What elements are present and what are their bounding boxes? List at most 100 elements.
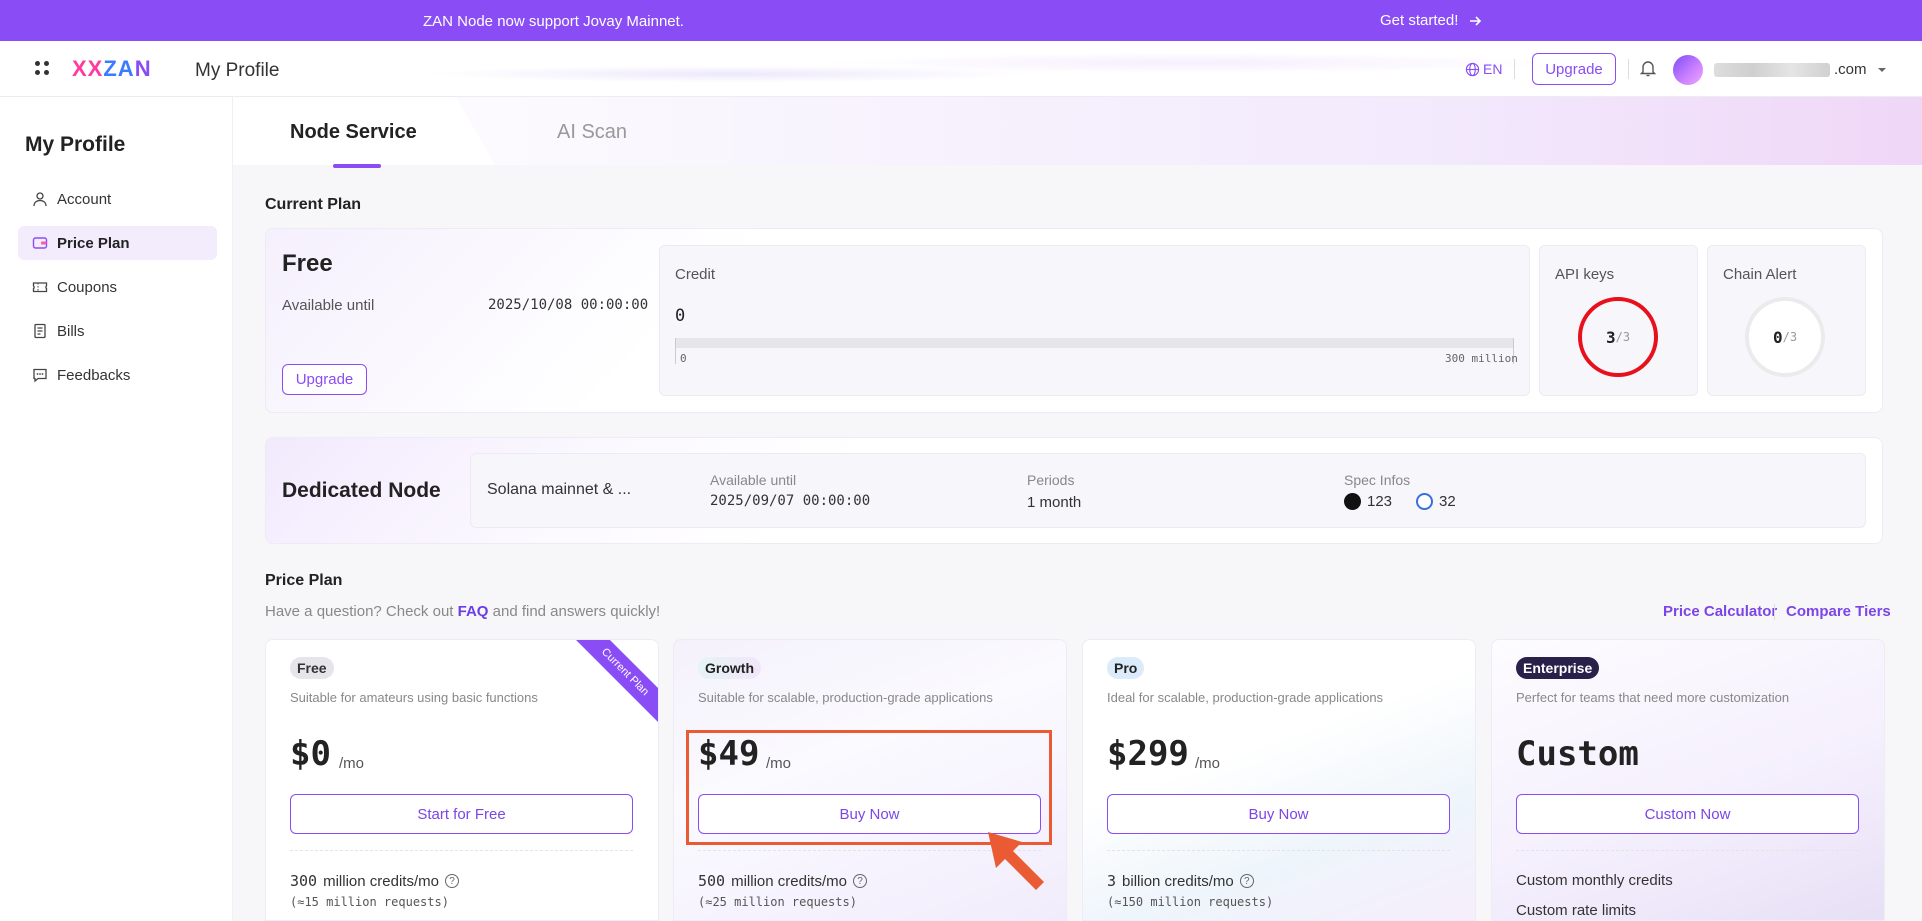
tier-feature-sub: (≈150 million requests) xyxy=(1107,895,1274,909)
faq-link[interactable]: FAQ xyxy=(458,603,489,620)
current-plan-heading: Current Plan xyxy=(265,196,362,213)
bell-icon[interactable] xyxy=(1640,59,1656,77)
price-plan-subtitle: Have a question? Check out FAQ and find … xyxy=(265,603,661,620)
chain-alert-total: /3 xyxy=(1782,330,1798,344)
sidebar-item-label: Price Plan xyxy=(57,234,130,252)
app-grid-icon[interactable] xyxy=(35,61,49,75)
top-nav-bar: XXZAN My Profile EN Upgrade .com xyxy=(0,41,1922,97)
node-available-value: 2025/09/07 00:00:00 xyxy=(710,493,871,509)
spec-infos-label: Spec Infos xyxy=(1344,472,1411,488)
tier-description: Suitable for scalable, production-grade … xyxy=(698,690,993,705)
tier-card-free: Current Plan Free Suitable for amateurs … xyxy=(265,639,659,921)
wallet-icon xyxy=(32,237,48,249)
email-suffix: .com xyxy=(1834,61,1867,78)
tier-feature: Custom monthly credits xyxy=(1516,872,1673,889)
spec-b-value: 32 xyxy=(1439,493,1456,510)
ticket-icon xyxy=(32,282,48,293)
announcement-banner: ZAN Node now support Jovay Mainnet. Get … xyxy=(0,0,1922,41)
credit-bar-max: 300 million xyxy=(1445,352,1518,365)
tab-node-service[interactable]: Node Service xyxy=(290,121,417,144)
credit-label: Credit xyxy=(675,266,716,283)
tier-price: Custom xyxy=(1516,734,1639,774)
tier-description: Perfect for teams that need more customi… xyxy=(1516,690,1790,705)
banner-message: ZAN Node now support Jovay Mainnet. xyxy=(423,13,684,30)
tier-badge: Enterprise xyxy=(1516,657,1600,679)
compare-tiers-link[interactable]: Compare Tiers xyxy=(1786,603,1891,620)
api-keys-total: /3 xyxy=(1615,330,1631,344)
sidebar: My Profile xyxy=(0,97,233,921)
custom-now-button[interactable]: Custom Now xyxy=(1516,794,1859,834)
price-plan-heading: Price Plan xyxy=(265,572,343,589)
avatar[interactable] xyxy=(1673,55,1703,85)
tier-card-enterprise: Enterprise Perfect for teams that need m… xyxy=(1491,639,1885,921)
sidebar-item-price-plan[interactable]: Price Plan xyxy=(18,226,217,260)
pointer-arrow-icon xyxy=(988,832,1044,890)
chain-alert-used: 0 xyxy=(1772,327,1783,347)
price-calculator-link[interactable]: Price Calculator xyxy=(1663,603,1777,620)
arrow-right-icon xyxy=(1470,15,1482,26)
help-icon[interactable]: ? xyxy=(1239,874,1254,888)
sidebar-item-label: Bills xyxy=(57,322,85,340)
get-started-link[interactable]: Get started! xyxy=(1380,12,1482,29)
sidebar-title: My Profile xyxy=(25,133,126,156)
periods-label: Periods xyxy=(1027,472,1075,488)
user-icon xyxy=(33,192,47,207)
api-keys-used: 3 xyxy=(1605,327,1616,347)
storage-icon xyxy=(1416,493,1434,510)
sidebar-item-label: Coupons xyxy=(57,278,118,296)
email-redacted xyxy=(1714,62,1830,77)
tier-feature: 300 million credits/mo? xyxy=(290,872,459,890)
tab-ai-scan[interactable]: AI Scan xyxy=(557,121,627,144)
tier-feature: 500 million credits/mo? xyxy=(698,872,867,890)
sidebar-item-bills[interactable]: Bills xyxy=(18,314,217,348)
spec-infos-value: 123 32 xyxy=(1344,493,1456,510)
language-label: EN xyxy=(1483,61,1503,77)
sidebar-item-feedbacks[interactable]: Feedbacks xyxy=(18,358,217,392)
credit-panel xyxy=(659,245,1530,396)
dedicated-node-title: Dedicated Node xyxy=(282,479,441,502)
sidebar-item-account[interactable]: Account xyxy=(18,182,217,216)
account-menu[interactable]: .com xyxy=(1714,61,1887,78)
credit-value: 0 xyxy=(675,306,686,326)
tier-description: Ideal for scalable, production-grade app… xyxy=(1107,690,1384,705)
tier-feature: 3 billion credits/mo? xyxy=(1107,872,1254,890)
node-available-label: Available until xyxy=(710,472,797,488)
zan-logo[interactable]: XXZAN xyxy=(72,56,152,82)
help-icon[interactable]: ? xyxy=(444,874,459,888)
chain-alert-ring: 0/3 xyxy=(1745,297,1825,377)
tier-feature-sub: Custom rate limits xyxy=(1516,902,1637,919)
page-title: My Profile xyxy=(195,60,280,81)
credit-usage-bar xyxy=(675,338,1514,364)
periods-value: 1 month xyxy=(1027,494,1082,511)
tier-price: $299 xyxy=(1107,734,1189,774)
get-started-label: Get started! xyxy=(1380,12,1459,29)
language-switch[interactable]: EN xyxy=(1465,61,1502,77)
solana-icon xyxy=(1344,493,1361,510)
upgrade-button[interactable]: Upgrade xyxy=(282,364,367,395)
dedicated-node-row[interactable] xyxy=(470,453,1866,528)
tier-badge: Free xyxy=(290,657,334,679)
pro-buy-now-button[interactable]: Buy Now xyxy=(1107,794,1450,834)
header-upgrade-button[interactable]: Upgrade xyxy=(1532,53,1616,85)
document-icon xyxy=(34,323,46,339)
chain-alert-label: Chain Alert xyxy=(1723,266,1797,283)
credit-bar-min: 0 xyxy=(680,352,687,365)
node-name: Solana mainnet & ... xyxy=(487,481,632,498)
tier-period: /mo xyxy=(1195,755,1221,772)
tier-feature-sub: (≈25 million requests) xyxy=(698,895,857,909)
sidebar-item-label: Feedbacks xyxy=(57,366,131,384)
current-plan-ribbon: Current Plan xyxy=(570,640,658,727)
help-icon[interactable]: ? xyxy=(852,874,867,888)
start-for-free-button[interactable]: Start for Free xyxy=(290,794,633,834)
spec-a-value: 123 xyxy=(1367,493,1393,510)
tier-period: /mo xyxy=(339,755,365,772)
api-keys-ring: 3/3 xyxy=(1578,297,1658,377)
highlight-box xyxy=(686,730,1052,845)
api-keys-label: API keys xyxy=(1555,266,1615,283)
tier-price: $0 xyxy=(290,734,331,774)
available-until-label: Available until xyxy=(282,297,375,314)
tier-card-pro: Pro Ideal for scalable, production-grade… xyxy=(1082,639,1476,921)
sidebar-item-coupons[interactable]: Coupons xyxy=(18,270,217,304)
available-until-value: 2025/10/08 00:00:00 xyxy=(488,297,649,313)
tier-description: Suitable for amateurs using basic functi… xyxy=(290,690,538,705)
